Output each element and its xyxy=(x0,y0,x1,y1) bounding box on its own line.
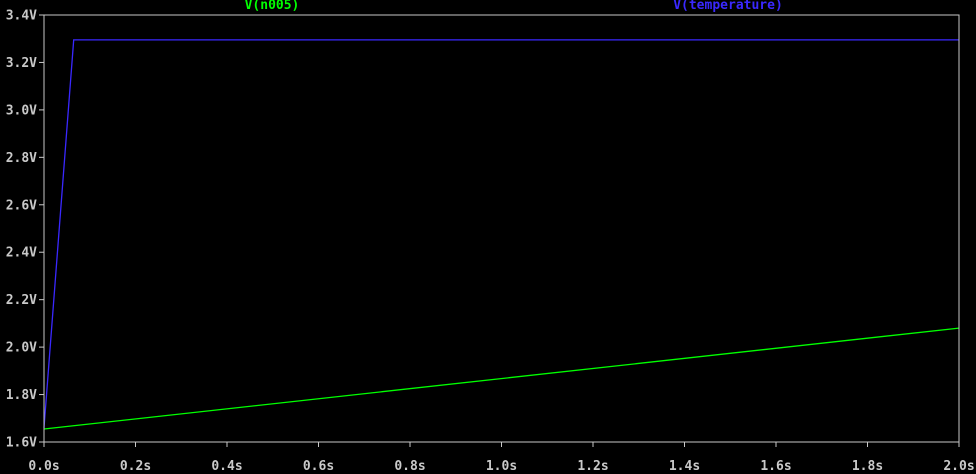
x-tick-label: 1.2s xyxy=(577,459,608,474)
waveform-plot[interactable]: V(n005) V(temperature) 1.6V 1.8V 2.0V 2.2V 2.… xyxy=(0,0,976,474)
legend-label-n005[interactable]: V(n005) xyxy=(245,0,300,13)
x-tick-label: 1.4s xyxy=(669,459,700,474)
x-tick-label: 0.8s xyxy=(394,459,425,474)
y-tick-label: 2.4V xyxy=(6,246,37,261)
plot-background xyxy=(0,0,976,474)
y-tick-label: 2.2V xyxy=(6,293,37,308)
x-tick-label: 0.4s xyxy=(211,459,242,474)
x-tick-label: 2.0s xyxy=(943,459,974,474)
x-tick-label: 0.6s xyxy=(303,459,334,474)
y-tick-label: 1.6V xyxy=(6,436,37,451)
x-tick-label: 1.6s xyxy=(760,459,791,474)
y-tick-label: 3.2V xyxy=(6,56,37,71)
legend-label-temperature[interactable]: V(temperature) xyxy=(673,0,783,13)
y-tick-label: 1.8V xyxy=(6,388,37,403)
x-tick-label: 1.0s xyxy=(486,459,517,474)
y-tick-label: 2.8V xyxy=(6,151,37,166)
y-tick-label: 3.0V xyxy=(6,103,37,118)
x-tick-label: 0.0s xyxy=(28,459,59,474)
y-tick-label: 3.4V xyxy=(6,9,37,24)
y-tick-label: 2.6V xyxy=(6,198,37,213)
x-tick-label: 0.2s xyxy=(120,459,151,474)
y-tick-label: 2.0V xyxy=(6,341,37,356)
x-tick-label: 1.8s xyxy=(852,459,883,474)
